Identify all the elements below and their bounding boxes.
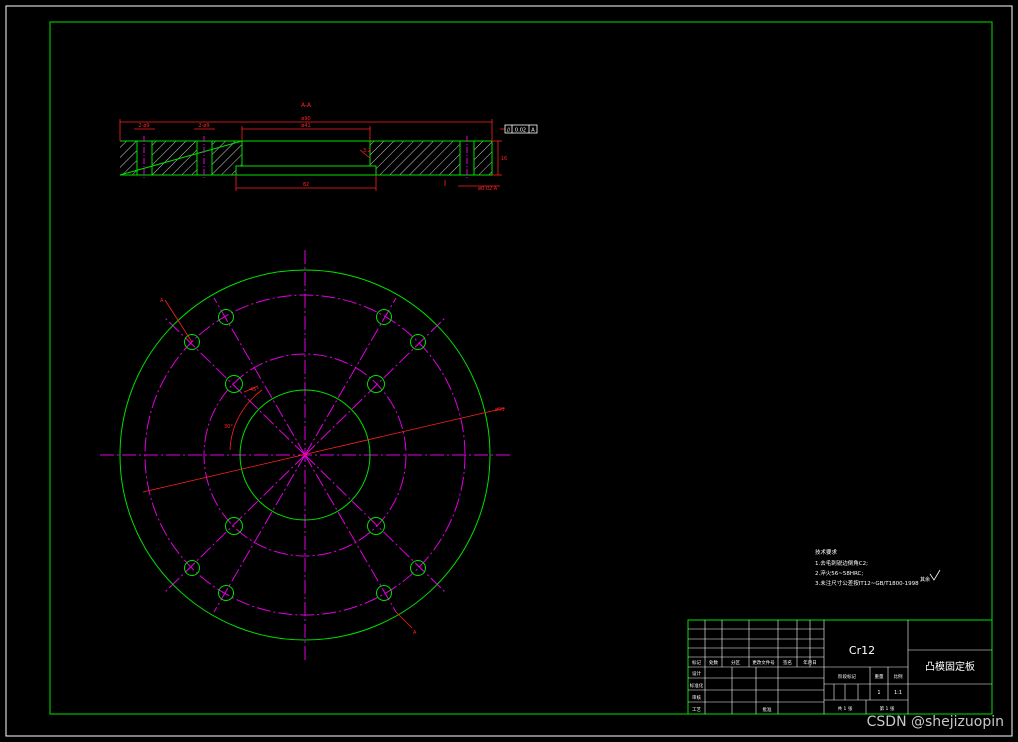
cad-drawing: A-A ø90 ø41 82 2-ø9 2-ø9 16 3.2 ø0.02 A … xyxy=(5,5,1013,737)
section-mark-top: A xyxy=(160,298,164,304)
tolerance-value: 0.02 xyxy=(515,128,526,134)
header-date: 年月日 xyxy=(803,659,817,666)
weight-label: 重量 xyxy=(875,673,884,680)
dim-hole-left-1: 2-ø9 xyxy=(138,123,149,129)
stage-label: 阶段标记 xyxy=(838,673,856,680)
center-line-60a xyxy=(213,297,306,456)
angle-label-2: 30° xyxy=(224,424,233,430)
scale-value: 1:1 xyxy=(894,690,902,696)
row-review: 审核 xyxy=(692,694,701,701)
section-bore xyxy=(242,141,370,166)
tolerance-symbol: // xyxy=(507,128,511,134)
section-mark-bottom: A xyxy=(413,630,417,636)
row-design: 设计 xyxy=(692,670,701,677)
roughness-label: 其余 xyxy=(920,576,930,583)
dim-thickness: 16 xyxy=(501,156,507,162)
tech-note-1: 1.去毛刺锐边倒角C2; xyxy=(815,559,868,567)
part-name-cell: 凸模固定板 xyxy=(925,660,975,673)
title-block: Cr12 凸模固定板 标记 处数 分区 更改文件号 签名 年月日 设计 标准化 … xyxy=(687,619,993,715)
tech-notes-heading: 技术要求 xyxy=(815,548,838,556)
tolerance-datum: A xyxy=(531,128,535,134)
section-cut-line xyxy=(142,407,506,493)
header-count: 处数 xyxy=(709,659,718,666)
header-mark: 标记 xyxy=(692,659,701,666)
quantity-value: 1 xyxy=(877,690,880,696)
material-cell: Cr12 xyxy=(849,644,875,657)
row-approve: 批准 xyxy=(763,706,772,713)
header-change-doc: 更改文件号 xyxy=(752,659,775,666)
dim-bore-bottom: 82 xyxy=(303,182,309,188)
header-sign: 签名 xyxy=(783,659,792,666)
plan-view: A A ø90 45° 30° xyxy=(100,250,512,662)
header-zone: 分区 xyxy=(731,659,740,666)
tech-note-3: 3.未注尺寸公差按IT12~GB/T1800-1998 xyxy=(815,579,919,587)
dim-step: 3.2 xyxy=(363,148,371,154)
dim-bore-top: ø41 xyxy=(301,123,310,129)
row-standard: 标准化 xyxy=(690,682,704,689)
sheet-total: 共 1 张 xyxy=(838,705,853,712)
section-title: A-A xyxy=(301,102,312,109)
roughness-icon xyxy=(929,569,941,581)
row-process: 工艺 xyxy=(692,707,701,713)
dim-hole-left-2: 2-ø9 xyxy=(198,123,209,129)
tech-notes: 技术要求 1.去毛刺锐边倒角C2; 2.淬火56~58HRC; 3.未注尺寸公差… xyxy=(815,548,941,587)
watermark: CSDN @shejizuopin xyxy=(866,714,1004,730)
section-view: A-A ø90 ø41 82 2-ø9 2-ø9 16 3.2 ø0.02 A … xyxy=(119,102,538,192)
section-counterbore xyxy=(236,166,376,175)
angle-label-1: 45° xyxy=(250,387,259,393)
tolerance-frame: // 0.02 A xyxy=(504,124,538,134)
radial-dim: ø90 xyxy=(495,407,504,413)
sheet-number: 第 1 张 xyxy=(880,705,895,712)
drawing-frame xyxy=(49,21,993,715)
dim-overall-width: ø90 xyxy=(301,116,310,122)
scale-label: 比例 xyxy=(894,673,903,680)
tech-note-2: 2.淬火56~58HRC; xyxy=(815,569,863,577)
sheet-border xyxy=(5,5,1013,737)
dim-right-bottom: ø0.02 A xyxy=(478,186,498,192)
